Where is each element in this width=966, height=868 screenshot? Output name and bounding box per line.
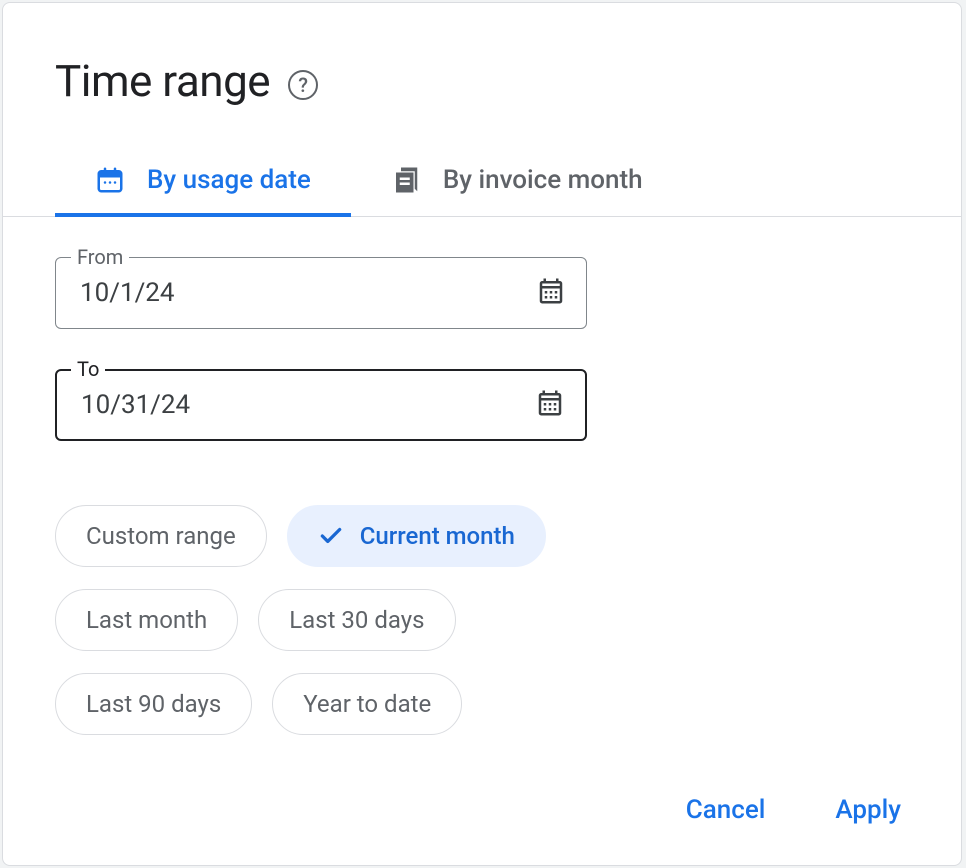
to-date-input[interactable]: 10/31/24: [55, 369, 587, 441]
cancel-button[interactable]: Cancel: [686, 795, 766, 825]
invoice-icon: [391, 165, 421, 195]
chip-custom-range[interactable]: Custom range: [55, 505, 267, 567]
panel-header: Time range ?: [3, 3, 961, 107]
to-date-value: 10/31/24: [81, 390, 190, 420]
chip-label: Custom range: [86, 522, 236, 550]
calendar-picker-icon[interactable]: [536, 276, 566, 310]
chip-year-to-date[interactable]: Year to date: [272, 673, 462, 735]
chip-label: Last 30 days: [289, 606, 424, 634]
tab-bar: By usage date By invoice month: [3, 147, 961, 217]
calendar-icon: [95, 165, 125, 195]
chip-label: Last 90 days: [86, 690, 221, 718]
chip-current-month[interactable]: Current month: [287, 505, 546, 567]
from-label: From: [71, 245, 129, 269]
tab-by-invoice-month[interactable]: By invoice month: [351, 147, 683, 217]
from-date-input[interactable]: 10/1/24: [55, 257, 587, 329]
check-icon: [318, 523, 344, 549]
time-range-panel: Time range ? By usage date: [2, 2, 962, 866]
from-date-value: 10/1/24: [80, 278, 175, 308]
apply-button[interactable]: Apply: [835, 795, 901, 825]
chip-label: Year to date: [303, 690, 431, 718]
to-label: To: [71, 357, 105, 381]
tab-by-usage-date[interactable]: By usage date: [55, 147, 351, 217]
tab-label: By invoice month: [443, 165, 643, 195]
chip-last-90-days[interactable]: Last 90 days: [55, 673, 252, 735]
page-title: Time range: [55, 55, 270, 107]
chip-label: Current month: [360, 522, 515, 550]
chip-label: Last month: [86, 606, 207, 634]
date-range-form: From 10/1/24 To 10/31/24: [3, 217, 961, 441]
chip-last-30-days[interactable]: Last 30 days: [258, 589, 455, 651]
from-field-wrap: From 10/1/24: [55, 257, 587, 329]
preset-chips: Custom range Current month Last month La…: [3, 481, 723, 745]
calendar-picker-icon[interactable]: [535, 388, 565, 422]
to-field-wrap: To 10/31/24: [55, 369, 587, 441]
help-icon[interactable]: ?: [288, 70, 318, 100]
action-bar: Cancel Apply: [3, 745, 961, 865]
chip-last-month[interactable]: Last month: [55, 589, 238, 651]
tab-label: By usage date: [147, 165, 311, 195]
